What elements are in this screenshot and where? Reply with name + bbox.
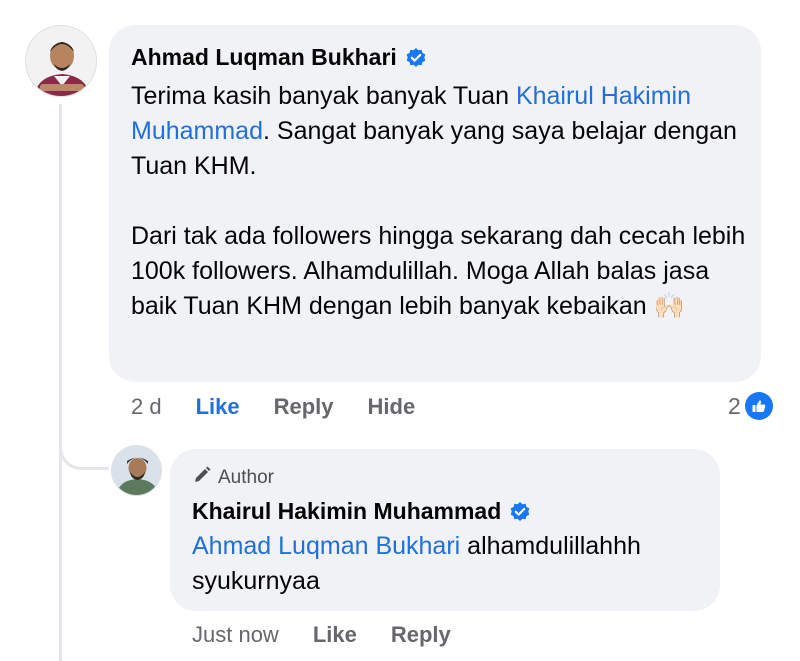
thread-line-branch	[59, 420, 109, 470]
comment-text-start: Terima kasih banyak banyak Tuan	[131, 82, 516, 110]
reply-author[interactable]: Khairul Hakimin Muhammad	[192, 498, 531, 525]
reaction-count: 2	[728, 392, 741, 419]
comment-text: Terima kasih banyak banyak Tuan Khairul …	[131, 79, 751, 324]
avatar-khairul[interactable]	[111, 445, 162, 496]
comment-timestamp[interactable]: 2 d	[131, 394, 162, 420]
reply-timestamp[interactable]: Just now	[192, 622, 279, 648]
avatar-ahmad[interactable]	[25, 25, 97, 97]
author-badge: Author	[192, 465, 274, 491]
reply-reply-button[interactable]: Reply	[391, 622, 451, 648]
avatar-ahmad-image	[26, 26, 96, 96]
reply-actions: Just now Like Reply	[192, 622, 451, 648]
comment-author[interactable]: Ahmad Luqman Bukhari	[131, 44, 427, 71]
author-badge-label: Author	[218, 467, 274, 488]
verified-badge-icon	[405, 47, 427, 69]
like-button[interactable]: Like	[196, 394, 240, 420]
hide-button[interactable]: Hide	[368, 394, 416, 420]
reply-like-button[interactable]: Like	[313, 622, 357, 648]
comment-actions: 2 d Like Reply Hide	[131, 394, 415, 420]
thread-line	[59, 104, 62, 661]
avatar-khairul-image	[112, 446, 161, 495]
verified-badge-icon	[509, 501, 531, 523]
mention-link-ahmad[interactable]: Ahmad Luqman Bukhari	[192, 532, 460, 560]
like-thumb-icon	[744, 392, 773, 420]
author-pen-icon	[192, 465, 212, 491]
reaction-summary[interactable]: 2	[728, 392, 773, 420]
comment-author-name[interactable]: Ahmad Luqman Bukhari	[131, 44, 397, 71]
reply-author-name[interactable]: Khairul Hakimin Muhammad	[192, 498, 501, 525]
reply-text: Ahmad Luqman Bukhari alhamdulillahhh syu…	[192, 529, 712, 599]
raising-hands-emoji: 🙌🏻	[653, 292, 685, 320]
reply-button[interactable]: Reply	[274, 394, 334, 420]
